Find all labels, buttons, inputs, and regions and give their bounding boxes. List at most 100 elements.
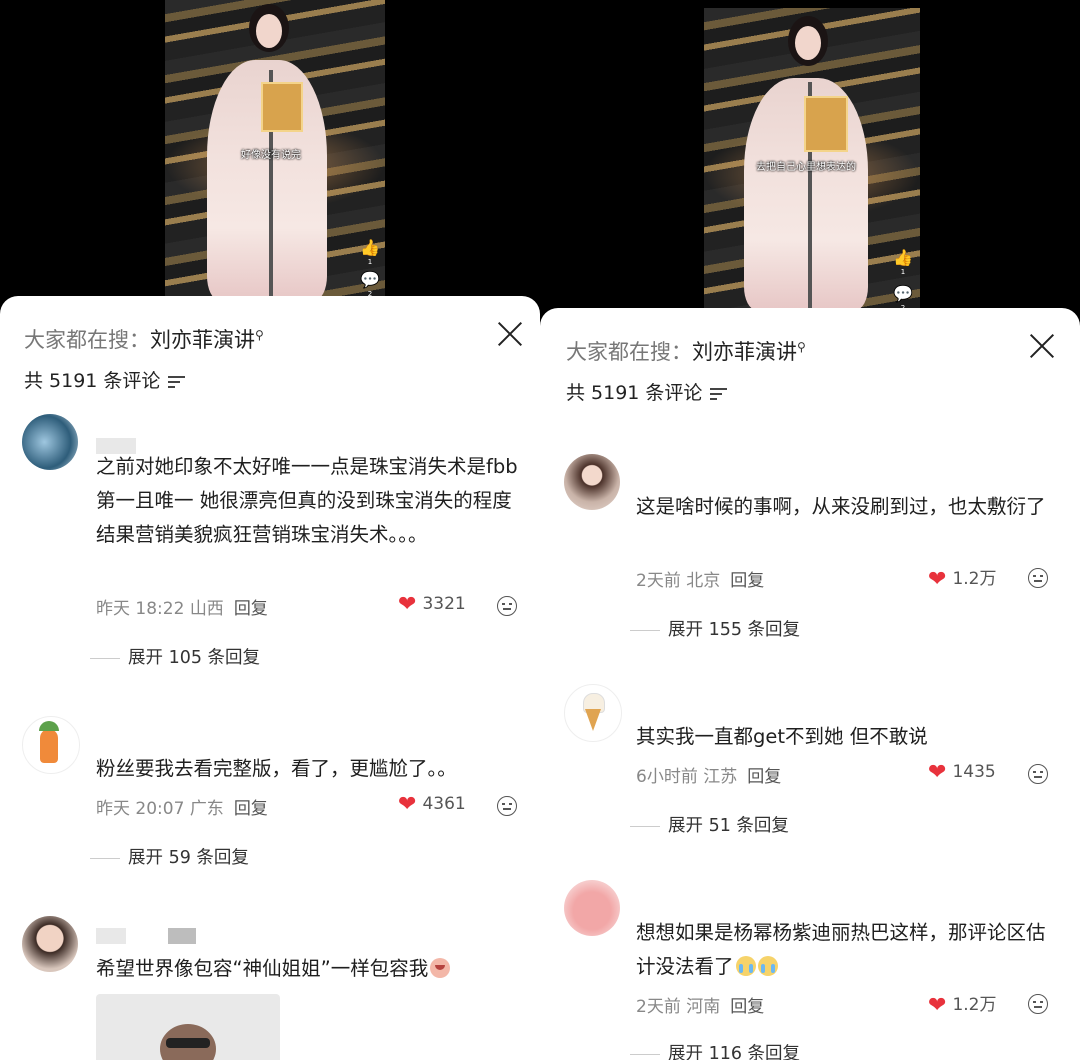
- avatar[interactable]: [564, 454, 620, 510]
- comment-location: 河南: [686, 997, 721, 1017]
- comment-image[interactable]: [96, 994, 280, 1060]
- dislike-icon[interactable]: [497, 796, 517, 816]
- comment-time: 2天前: [636, 997, 681, 1017]
- close-icon[interactable]: [496, 320, 524, 348]
- comment-text: 希望世界像包容“神仙姐姐”一样包容我: [96, 952, 536, 986]
- heart-icon: ❤: [928, 567, 947, 592]
- comment-location: 山西: [189, 599, 224, 619]
- comment-location: 北京: [686, 571, 721, 591]
- expand-replies-label: 展开 155 条回复: [668, 620, 801, 640]
- reply-button[interactable]: 回复: [234, 799, 268, 819]
- trending-search[interactable]: 大家都在搜：刘亦菲演讲⚲: [566, 336, 806, 366]
- heart-icon: ❤: [928, 993, 947, 1018]
- like-button[interactable]: ❤ 1.2万: [928, 564, 996, 592]
- expand-replies[interactable]: 展开 116 条回复: [630, 1040, 800, 1060]
- sort-filter-icon[interactable]: [168, 375, 186, 388]
- video-like-count: 1: [367, 258, 373, 266]
- dislike-icon[interactable]: [1028, 994, 1048, 1014]
- trending-search-prefix: 大家都在搜：: [566, 340, 692, 364]
- avatar[interactable]: [564, 880, 620, 936]
- comment-location: 江苏: [703, 767, 738, 787]
- comments-sheet: 大家都在搜：刘亦菲演讲⚲ 共 5191 条评论 这是啥时候的事啊，从来没刷到过，…: [540, 308, 1080, 1060]
- left-screenshot: 好像没有说完 👍 1 💬 2 大家都在搜：刘亦菲演讲⚲ 共 5191 条评论 之…: [0, 0, 540, 1060]
- comment-meta: 2天前 北京 回复: [636, 566, 764, 591]
- heart-icon: ❤: [398, 592, 417, 617]
- video-frame: 去把自己心里想表达的 👍 1 💬 2: [704, 8, 920, 310]
- comment-count-label: 共 5191 条评论: [566, 382, 703, 404]
- comment-time: 昨天 18:22: [96, 599, 185, 619]
- comment-text-body: 希望世界像包容“神仙姐姐”一样包容我: [96, 957, 429, 980]
- trending-search[interactable]: 大家都在搜：刘亦菲演讲⚲: [24, 324, 264, 354]
- laughing-emoji-icon: [430, 958, 451, 978]
- video-player[interactable]: 去把自己心里想表达的 👍 1 💬 2: [540, 0, 1080, 320]
- thumbs-up-icon[interactable]: 👍: [359, 238, 381, 257]
- comment-text: 想想如果是杨幂杨紫迪丽热巴这样，那评论区估计没法看了: [636, 916, 1056, 984]
- trending-search-prefix: 大家都在搜：: [24, 328, 150, 352]
- expand-replies[interactable]: 展开 51 条回复: [630, 812, 789, 837]
- heart-icon: ❤: [928, 760, 947, 785]
- avatar[interactable]: [22, 414, 78, 470]
- like-count: 4361: [422, 794, 466, 814]
- expand-replies[interactable]: 展开 59 条回复: [90, 844, 249, 869]
- search-icon: ⚲: [255, 328, 264, 342]
- comment-meta: 6小时前 江苏 回复: [636, 762, 781, 787]
- close-icon[interactable]: [1028, 332, 1056, 360]
- video-player[interactable]: 好像没有说完 👍 1 💬 2: [0, 0, 540, 310]
- trending-search-term[interactable]: 刘亦菲演讲: [692, 340, 797, 364]
- dislike-icon[interactable]: [497, 596, 517, 616]
- comment-meta: 昨天 18:22 山西 回复: [96, 594, 268, 619]
- like-button[interactable]: ❤ 3321: [398, 592, 466, 617]
- expand-replies-label: 展开 105 条回复: [128, 648, 261, 668]
- crying-emoji-icon: [757, 956, 778, 976]
- comment-text: 粉丝要我去看完整版，看了，更尴尬了。。: [96, 757, 457, 780]
- comment-location: 广东: [189, 799, 224, 819]
- comment-time: 昨天 20:07: [96, 799, 185, 819]
- right-screenshot: 去把自己心里想表达的 👍 1 💬 2 大家都在搜：刘亦菲演讲⚲ 共 5191 条…: [540, 0, 1080, 1060]
- video-subtitle: 去把自己心里想表达的: [756, 162, 856, 173]
- video-subtitle: 好像没有说完: [241, 150, 301, 161]
- username-redacted: [168, 928, 196, 944]
- expand-replies-label: 展开 59 条回复: [128, 848, 249, 868]
- heart-icon: ❤: [398, 792, 417, 817]
- like-button[interactable]: ❤ 4361: [398, 792, 466, 817]
- expand-replies[interactable]: 展开 105 条回复: [90, 644, 260, 669]
- crying-emoji-icon: [735, 956, 756, 976]
- like-button[interactable]: ❤ 1435: [928, 760, 996, 785]
- like-count: 3321: [422, 594, 466, 614]
- comment-bubble-icon[interactable]: 💬: [359, 270, 381, 289]
- comment-count-header: 共 5191 条评论: [24, 366, 186, 393]
- comment-time: 6小时前: [636, 767, 698, 787]
- thumbs-up-icon[interactable]: 👍: [892, 248, 914, 267]
- avatar[interactable]: [22, 916, 78, 972]
- dislike-icon[interactable]: [1028, 764, 1048, 784]
- expand-replies-label: 展开 51 条回复: [668, 816, 789, 836]
- reply-button[interactable]: 回复: [747, 767, 781, 787]
- comment-text: 这是啥时候的事啊，从来没刷到过，也太敷衍了: [636, 495, 1046, 518]
- video-frame: 好像没有说完 👍 1 💬 2: [165, 0, 385, 300]
- search-icon: ⚲: [797, 340, 806, 354]
- avatar[interactable]: [22, 716, 80, 774]
- username-redacted: [96, 928, 126, 944]
- comment-text: 之前对她印象不太好唯一一点是珠宝消失术是fbb第一且唯一 她很漂亮但真的没到珠宝…: [96, 455, 518, 546]
- reply-button[interactable]: 回复: [234, 599, 268, 619]
- avatar[interactable]: [564, 684, 622, 742]
- sort-filter-icon[interactable]: [710, 387, 728, 400]
- comment-meta: 2天前 河南 回复: [636, 992, 764, 1017]
- reply-button[interactable]: 回复: [730, 571, 764, 591]
- comments-sheet: 大家都在搜：刘亦菲演讲⚲ 共 5191 条评论 之前对她印象不太好唯一一点是珠宝…: [0, 296, 540, 1060]
- comment-count-label: 共 5191 条评论: [24, 370, 161, 392]
- like-button[interactable]: ❤ 1.2万: [928, 990, 996, 1018]
- video-like-count: 1: [900, 268, 906, 276]
- comment-text: 其实我一直都get不到她 但不敢说: [636, 725, 928, 748]
- comment-meta: 昨天 20:07 广东 回复: [96, 794, 268, 819]
- expand-replies[interactable]: 展开 155 条回复: [630, 616, 800, 641]
- like-count: 1435: [952, 762, 996, 782]
- like-count: 1.2万: [952, 995, 997, 1015]
- comment-bubble-icon[interactable]: 💬: [892, 284, 914, 303]
- comment-count-header: 共 5191 条评论: [566, 378, 728, 405]
- dislike-icon[interactable]: [1028, 568, 1048, 588]
- trending-search-term[interactable]: 刘亦菲演讲: [150, 328, 255, 352]
- comment-time: 2天前: [636, 571, 681, 591]
- reply-button[interactable]: 回复: [730, 997, 764, 1017]
- like-count: 1.2万: [952, 569, 997, 589]
